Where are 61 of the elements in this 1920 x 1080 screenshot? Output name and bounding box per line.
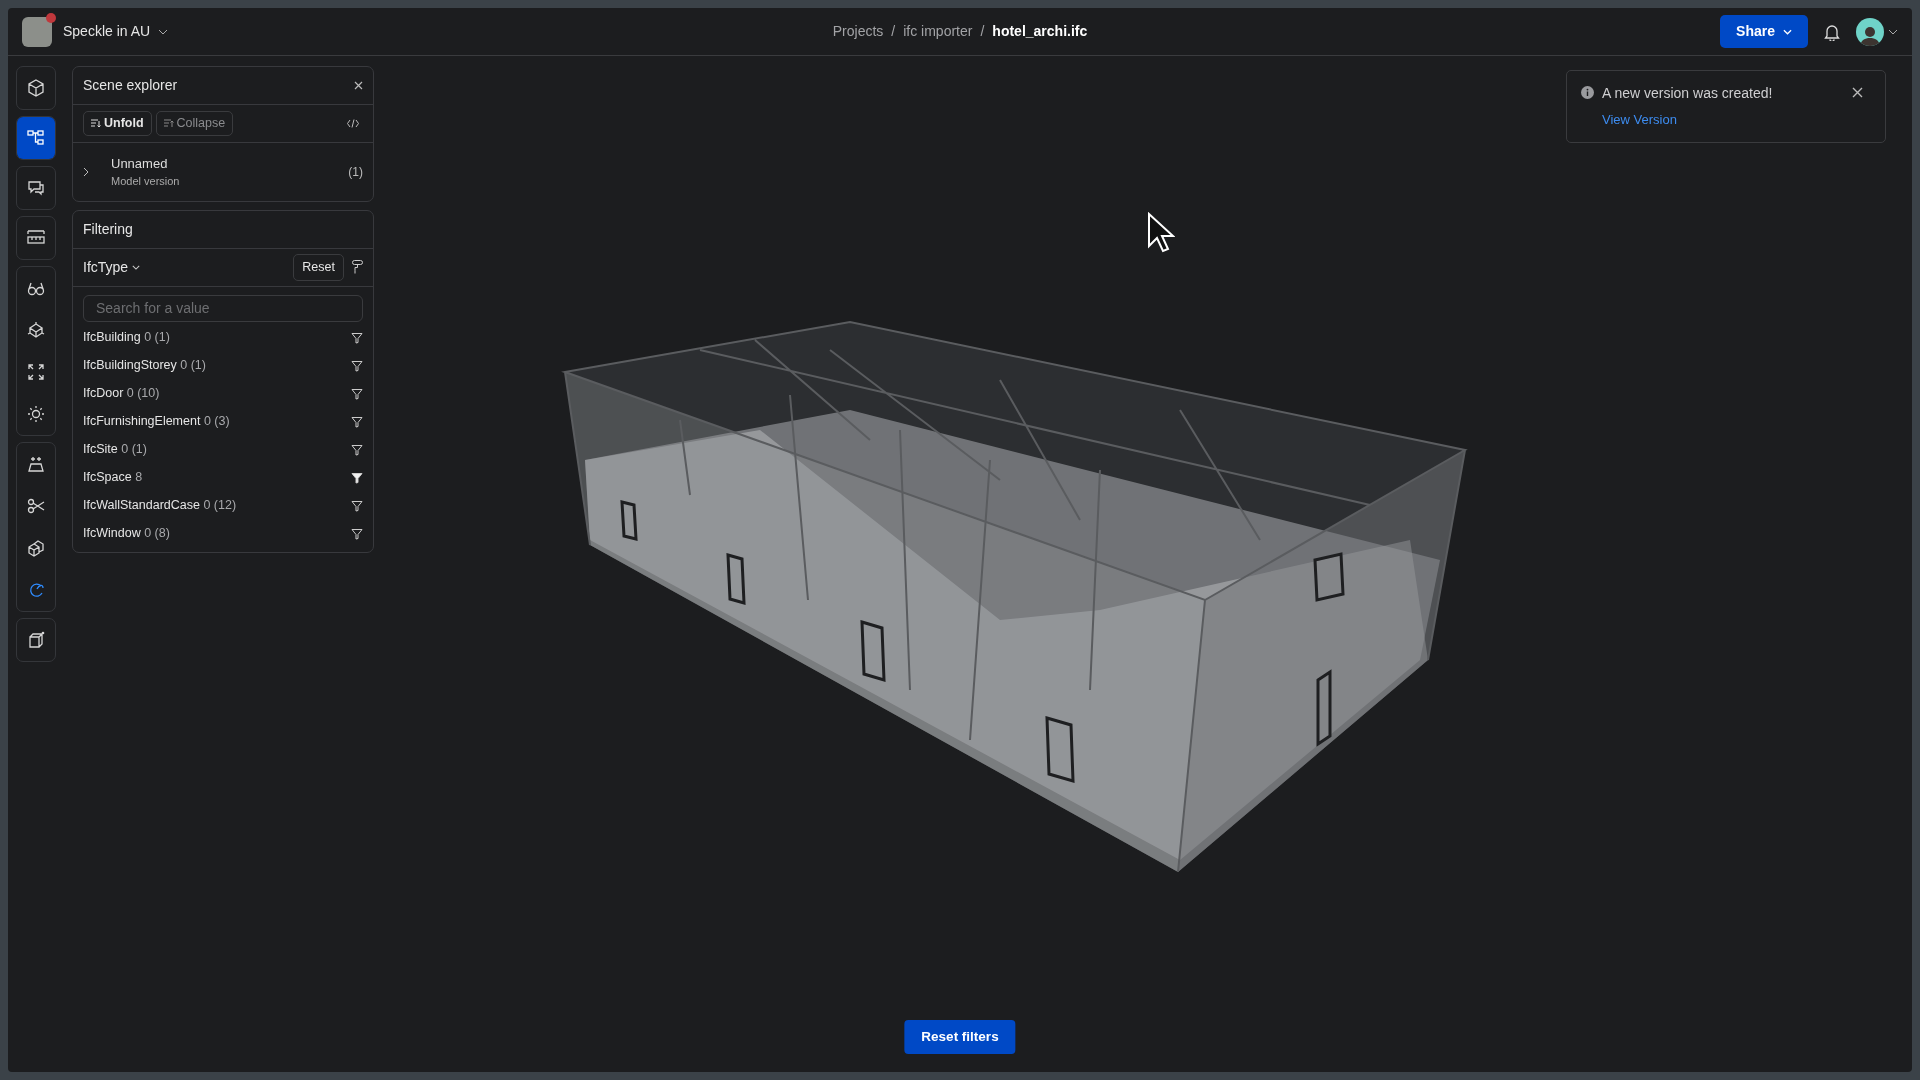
funnel-icon[interactable]: [351, 415, 363, 428]
box-plus-icon[interactable]: [27, 631, 45, 649]
breadcrumb-link[interactable]: hotel_archi.ifc: [992, 21, 1088, 42]
filter-value[interactable]: IfcWindow 0 (8): [83, 524, 170, 543]
cube-icon[interactable]: [27, 79, 45, 97]
breadcrumb-link[interactable]: ifc importer: [903, 21, 973, 42]
toast-message: A new version was created!: [1602, 84, 1774, 103]
reset-button[interactable]: Reset: [293, 253, 344, 281]
chevron-down-icon[interactable]: [1888, 28, 1898, 35]
search-field[interactable]: Search for a value: [83, 294, 363, 322]
funnel-icon[interactable]: [351, 499, 363, 512]
sun-icon[interactable]: [27, 405, 45, 423]
chevron-down-icon[interactable]: [158, 28, 169, 35]
filter-value[interactable]: IfcSpace 8: [83, 468, 143, 487]
close-icon[interactable]: [1852, 87, 1863, 98]
breadcrumb-separator: /: [891, 22, 896, 41]
breadcrumb-link[interactable]: Projects: [832, 21, 884, 42]
filter-value[interactable]: IfcBuildingStorey 0 (1): [83, 356, 206, 375]
isolate-icon[interactable]: [27, 455, 45, 473]
workspace-name[interactable]: Speckle in AU: [63, 21, 151, 42]
bell-icon[interactable]: [1824, 22, 1840, 41]
panel-title: Filtering: [83, 219, 133, 239]
hierarchy-icon[interactable]: [27, 129, 45, 147]
unfold-button[interactable]: Unfold: [83, 111, 152, 136]
unfold-icon[interactable]: [91, 118, 101, 128]
collapse-button[interactable]: Collapse: [155, 111, 234, 136]
filter-value[interactable]: IfcSite 0 (1): [83, 440, 147, 459]
ruler-icon[interactable]: [27, 229, 45, 247]
funnel-icon[interactable]: [351, 443, 363, 456]
scissors-icon[interactable]: [27, 497, 45, 515]
expand-arrows-icon[interactable]: [27, 363, 45, 381]
view-version-link[interactable]: View Version: [1602, 110, 1677, 130]
exploded-cube-icon[interactable]: [27, 321, 45, 339]
chevron-down-icon[interactable]: [132, 264, 141, 270]
filter-value[interactable]: IfcBuilding 0 (1): [83, 328, 170, 347]
funnel-icon[interactable]: [351, 331, 363, 344]
breadcrumb-separator: /: [980, 22, 985, 41]
share-button[interactable]: Share: [1720, 15, 1808, 48]
rotate-icon[interactable]: [27, 581, 45, 599]
property-dropdown[interactable]: IfcType: [83, 256, 141, 278]
paint-roller-icon[interactable]: [352, 260, 363, 275]
chat-bubbles-icon[interactable]: [27, 179, 45, 197]
user-avatar[interactable]: [1856, 17, 1884, 46]
filter-value[interactable]: IfcWallStandardCase 0 (12): [83, 496, 237, 515]
cubes-icon[interactable]: [27, 539, 45, 557]
chevron-right-icon[interactable]: [83, 166, 89, 177]
funnel-icon[interactable]: [351, 387, 363, 400]
filter-value[interactable]: IfcDoor 0 (10): [83, 384, 160, 403]
close-icon[interactable]: [354, 81, 363, 90]
funnel-icon[interactable]: [351, 359, 363, 372]
item-count: (1): [348, 163, 363, 181]
tree-item[interactable]: Unnamed Model version: [111, 153, 349, 190]
hierarchy-tool[interactable]: [17, 117, 55, 159]
mouse-cursor-icon: [1147, 212, 1175, 254]
funnel-icon[interactable]: [351, 527, 363, 540]
code-icon[interactable]: [347, 118, 359, 128]
panel-title: Scene explorer: [83, 76, 178, 95]
info-icon: [1581, 86, 1594, 99]
funnel-icon[interactable]: [351, 471, 363, 484]
filter-value[interactable]: IfcFurnishingElement 0 (3): [83, 412, 230, 431]
reset-filters-button[interactable]: Reset filters: [904, 1019, 1016, 1054]
